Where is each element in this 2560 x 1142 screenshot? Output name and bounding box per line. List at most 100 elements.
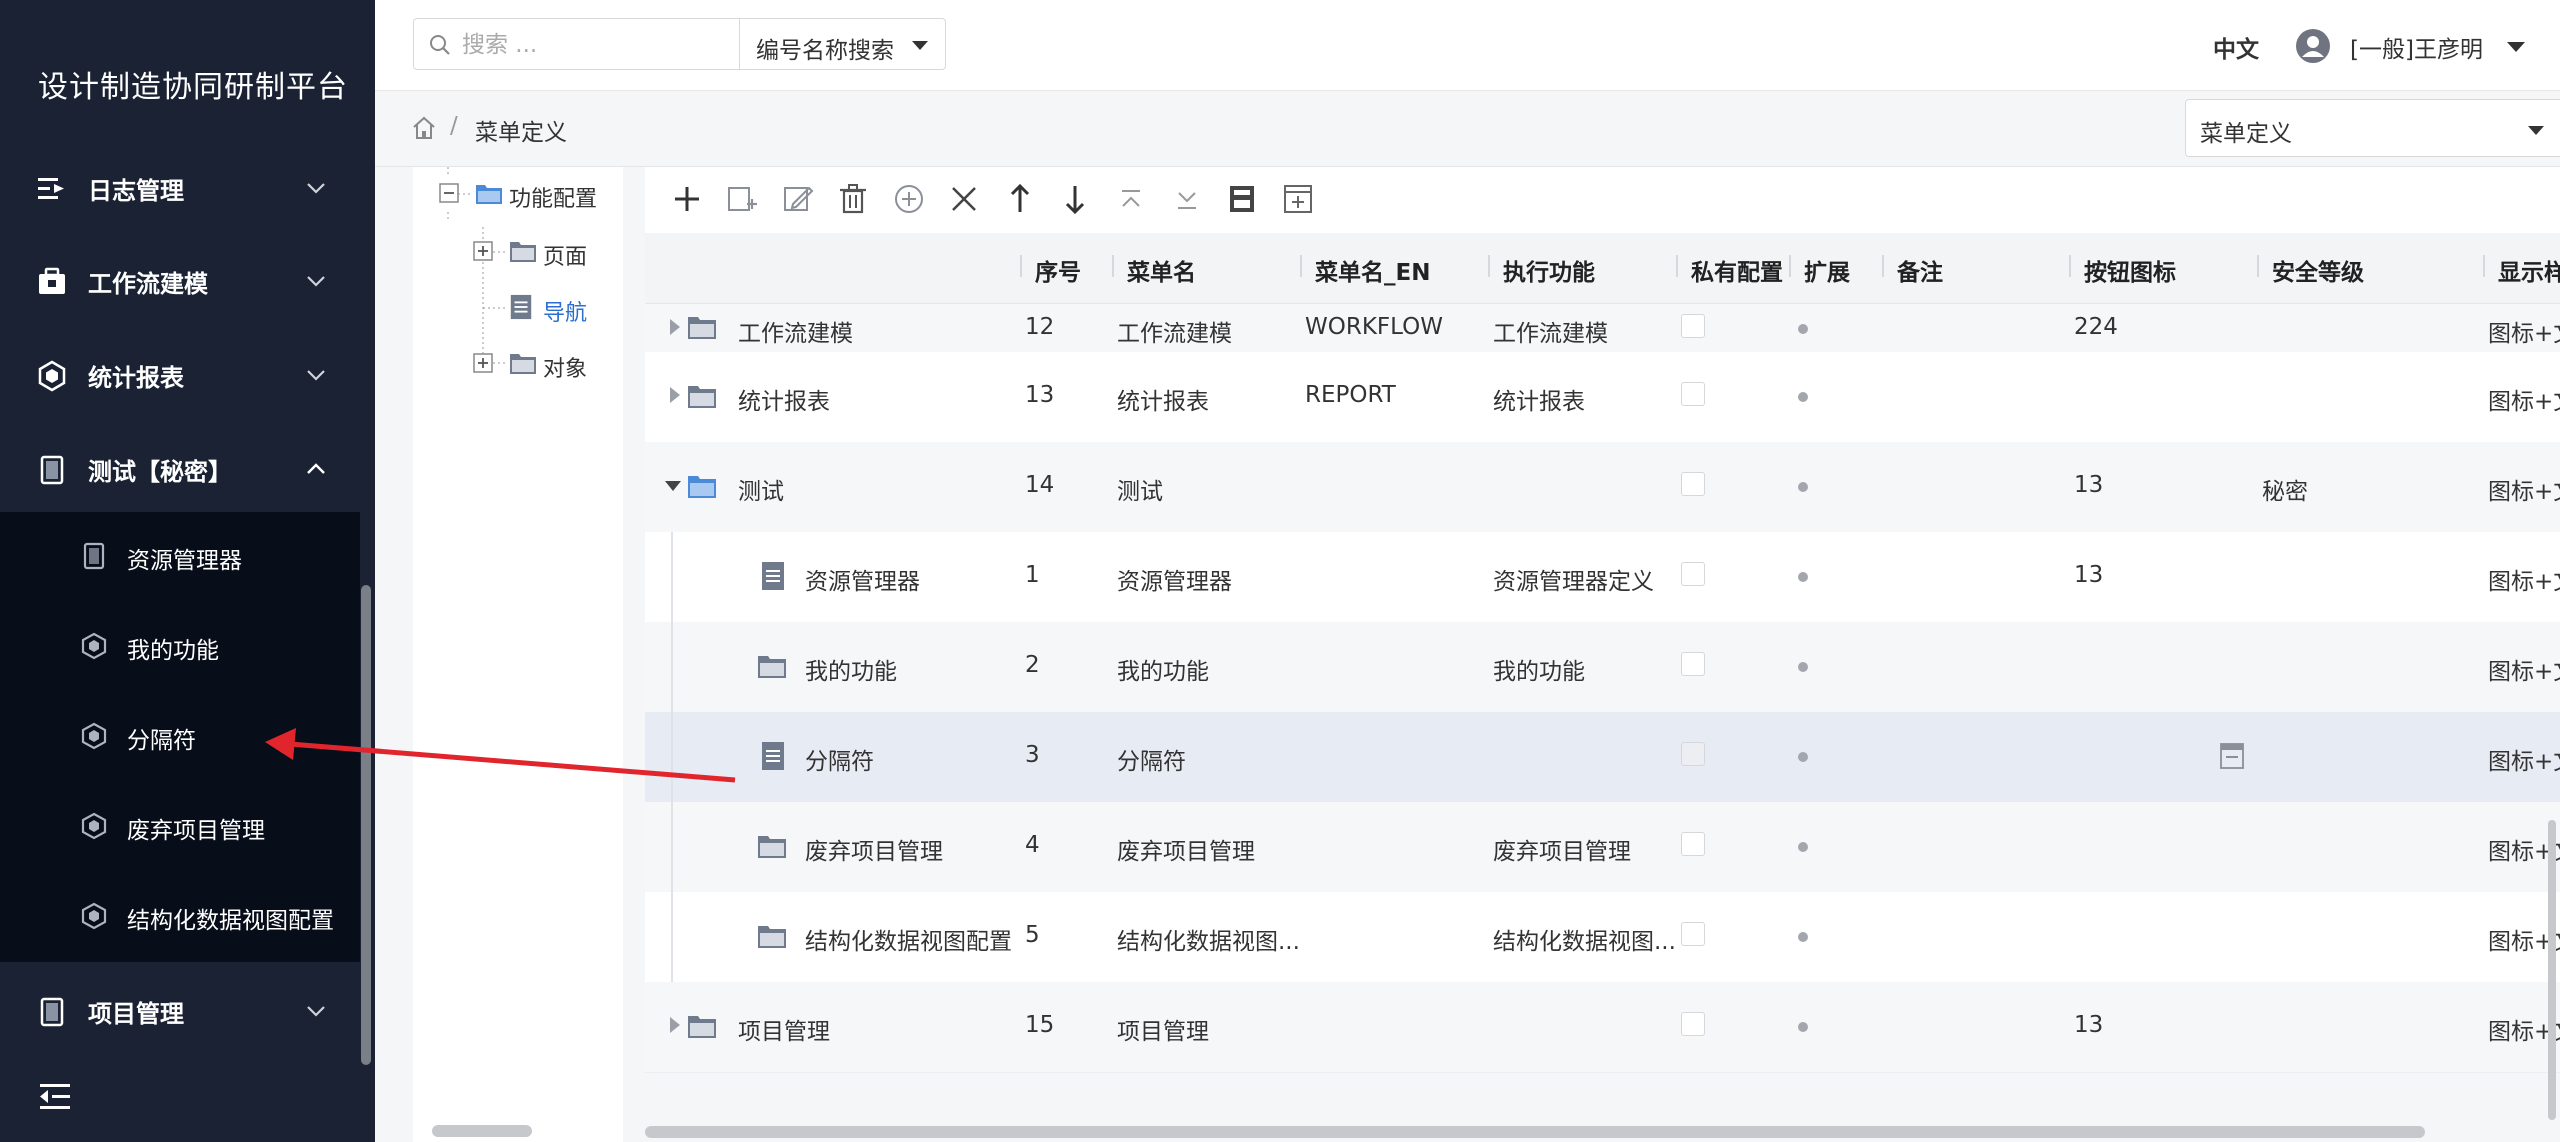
home-icon[interactable]	[411, 115, 437, 141]
table-row[interactable]: 我的功能 2 我的功能 我的功能 图标+文	[645, 622, 2560, 713]
row-name: 分隔符	[805, 749, 874, 775]
column-separator[interactable]	[1488, 255, 1490, 277]
folder-icon	[510, 242, 536, 262]
table-row[interactable]: 项目管理 15 项目管理 13 图标+文	[645, 982, 2560, 1073]
caret-down-icon[interactable]	[2505, 36, 2527, 58]
submenu-item-abandoned-projects[interactable]: 废弃项目管理	[0, 798, 360, 858]
sidebar-item-workflow-modeling[interactable]: 工作流建模	[0, 248, 360, 312]
grid-toolbar	[645, 167, 2560, 233]
column-separator[interactable]	[1789, 255, 1791, 277]
table-row[interactable]: 资源管理器 1 资源管理器 资源管理器定义 13 图标+文	[645, 532, 2560, 623]
delete-icon[interactable]	[836, 182, 870, 216]
submenu-item-my-functions[interactable]: 我的功能	[0, 618, 360, 678]
column-separator[interactable]	[2483, 255, 2485, 277]
search-mode-select[interactable]: 编号名称搜索	[739, 18, 946, 70]
sidebar-item-statistics-report[interactable]: 统计报表	[0, 342, 360, 406]
tree-horizontal-scrollbar[interactable]	[432, 1125, 532, 1137]
sidebar-item-test-secret[interactable]: 测试【秘密】	[0, 436, 360, 500]
table-row[interactable]: 测试 14 测试 13 秘密 图标+文	[645, 442, 2560, 533]
cube-icon	[81, 632, 107, 660]
private-config-checkbox[interactable]	[1681, 382, 1705, 406]
search-box: 编号名称搜索	[413, 18, 1318, 70]
table-row[interactable]: 结构化数据视图配置 5 结构化数据视图... 结构化数据视图... 图标+文	[645, 892, 2560, 983]
column-header-menu-name[interactable]: 菜单名	[1127, 253, 1196, 287]
chevron-down-icon	[307, 276, 325, 287]
search-input[interactable]	[460, 27, 734, 63]
page-select[interactable]: 菜单定义	[2185, 99, 2560, 157]
private-config-checkbox[interactable]	[1681, 652, 1705, 676]
column-header-button-icon[interactable]: 按钮图标	[2084, 253, 2176, 287]
column-separator[interactable]	[1112, 255, 1114, 277]
grid-horizontal-scrollbar[interactable]	[645, 1126, 2425, 1138]
tree-node-label: 导航	[543, 301, 588, 326]
column-separator[interactable]	[1300, 255, 1302, 277]
column-header-display-style[interactable]: 显示样	[2498, 253, 2560, 287]
column-separator[interactable]	[2069, 255, 2071, 277]
expand-arrow-icon[interactable]	[667, 317, 683, 337]
cell-icon-no: 13	[2074, 472, 2104, 498]
row-name: 项目管理	[738, 1019, 830, 1045]
column-separator[interactable]	[1020, 255, 1022, 277]
column-separator[interactable]	[1882, 255, 1884, 277]
submenu-item-structured-data-view[interactable]: 结构化数据视图配置	[0, 888, 360, 948]
private-config-checkbox[interactable]	[1681, 832, 1705, 856]
move-top-icon[interactable]	[1114, 182, 1148, 216]
submenu-item-label: 我的功能	[127, 638, 219, 664]
column-header-seq[interactable]: 序号	[1035, 253, 1081, 287]
submenu-item-label: 结构化数据视图配置	[127, 908, 334, 934]
column-separator[interactable]	[1676, 255, 1678, 277]
cell-function: 结构化数据视图...	[1493, 929, 1676, 955]
sidebar-item-project-management[interactable]: 项目管理	[0, 978, 360, 1042]
add-box-icon[interactable]	[1281, 182, 1315, 216]
caret-down-icon	[2528, 126, 2544, 135]
add-child-icon[interactable]	[725, 182, 759, 216]
user-name[interactable]: [一般]王彦明	[2350, 30, 2483, 64]
private-config-checkbox[interactable]	[1681, 742, 1705, 766]
private-config-checkbox[interactable]	[1681, 472, 1705, 496]
collapse-menu-icon[interactable]	[38, 1080, 72, 1114]
column-header-extend[interactable]: 扩展	[1804, 253, 1850, 287]
column-header-security-level[interactable]: 安全等级	[2272, 253, 2364, 287]
collapse-arrow-icon[interactable]	[663, 478, 683, 494]
move-down-icon[interactable]	[1058, 182, 1092, 216]
table-row[interactable]: 统计报表 13 统计报表 REPORT 统计报表 图标+文	[645, 352, 2560, 443]
column-header-function[interactable]: 执行功能	[1503, 253, 1595, 287]
edit-icon[interactable]	[781, 182, 815, 216]
grid-vertical-scrollbar[interactable]	[2548, 820, 2556, 1120]
private-config-checkbox[interactable]	[1681, 922, 1705, 946]
sidebar-scrollbar[interactable]	[361, 585, 371, 1065]
move-up-icon[interactable]	[1003, 182, 1037, 216]
expand-arrow-icon[interactable]	[667, 1015, 683, 1035]
tree-node-label: 对象	[543, 357, 588, 382]
language-switch[interactable]: 中文	[2213, 30, 2259, 64]
column-separator[interactable]	[2257, 255, 2259, 277]
add-icon[interactable]	[670, 182, 704, 216]
tree-node-label: 页面	[543, 245, 588, 270]
private-config-checkbox[interactable]	[1681, 562, 1705, 586]
column-header-private-config[interactable]: 私有配置	[1691, 253, 1783, 287]
private-config-checkbox[interactable]	[1681, 1012, 1705, 1036]
expand-toggle-icon[interactable]	[473, 353, 493, 373]
submenu-item-resource-manager[interactable]: 资源管理器	[0, 528, 360, 588]
close-icon[interactable]	[947, 182, 981, 216]
table-row-selected[interactable]: 分隔符 3 分隔符 图标+文	[645, 712, 2560, 803]
sidebar-item-log-management[interactable]: 日志管理	[0, 155, 360, 219]
cell-seq: 13	[1025, 382, 1055, 408]
private-config-checkbox[interactable]	[1681, 314, 1705, 338]
table-row[interactable]: 工作流建模 12 工作流建模 WORKFLOW 工作流建模 224 图标+文	[645, 304, 2560, 353]
cell-function: 废弃项目管理	[1493, 839, 1631, 865]
move-bottom-icon[interactable]	[1170, 182, 1204, 216]
save-icon[interactable]	[1225, 182, 1259, 216]
table-row[interactable]: 废弃项目管理 4 废弃项目管理 废弃项目管理 图标+文	[645, 802, 2560, 893]
column-header-menu-name-en[interactable]: 菜单名_EN	[1315, 253, 1430, 287]
column-header-remark[interactable]: 备注	[1897, 253, 1943, 287]
cell-menu-name: 工作流建模	[1117, 321, 1232, 347]
add-circle-icon[interactable]	[892, 182, 926, 216]
collapse-toggle-icon[interactable]	[439, 183, 459, 203]
expand-arrow-icon[interactable]	[667, 385, 683, 405]
user-avatar-icon[interactable]	[2295, 28, 2331, 64]
submenu-item-separator[interactable]: 分隔符	[0, 708, 360, 768]
document-icon	[762, 562, 784, 590]
sidebar-item-label: 日志管理	[88, 177, 184, 205]
expand-toggle-icon[interactable]	[473, 241, 493, 261]
